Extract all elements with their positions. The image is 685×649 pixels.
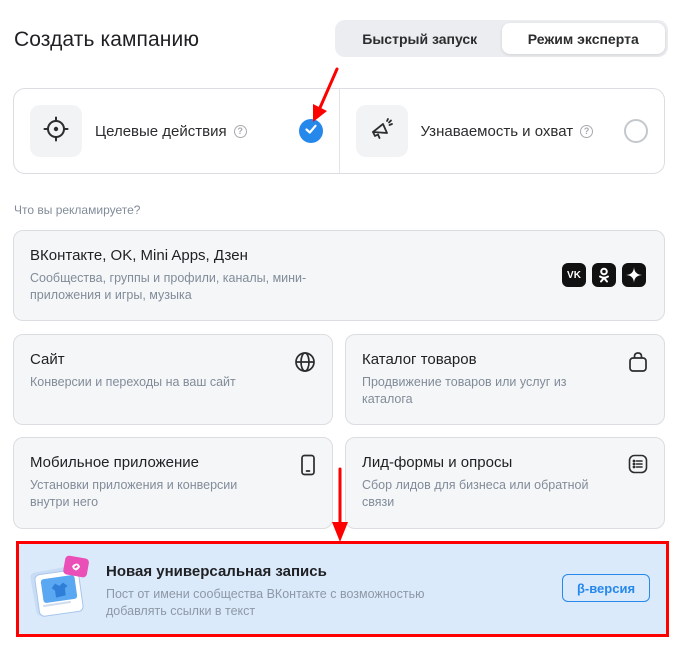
form-list-icon [628,454,648,479]
goal-label-text: Узнаваемость и охват [420,122,574,140]
vk-logo-icon: VK [562,263,586,287]
goal-awareness-reach[interactable]: Узнаваемость и охват ? [338,89,665,173]
card-description: Продвижение товаров или услуг из каталог… [362,375,567,406]
tab-expert-mode[interactable]: Режим эксперта [501,23,665,54]
card-site[interactable]: Сайт Конверсии и переходы на ваш сайт [13,334,333,425]
section-label: Что вы рекламируете? [14,203,141,217]
globe-icon [294,351,316,378]
goal-icon-box [30,105,82,157]
card-universal-post[interactable]: Новая универсальная запись Пост от имени… [18,543,668,635]
page-title: Создать кампанию [14,28,200,51]
goal-label: Узнаваемость и охват ? [421,123,594,140]
goal-radio-unchecked[interactable] [624,119,648,143]
help-icon[interactable]: ? [580,124,594,138]
card-description: Пост от имени сообщества ВКонтакте с воз… [106,587,425,618]
help-icon[interactable]: ? [233,124,247,138]
checkmark-icon [304,122,318,141]
card-description: Конверсии и переходы на ваш сайт [30,375,236,389]
card-vk-ecosystem[interactable]: ВКонтакте, OK, Mini Apps, Дзен Сообществ… [13,230,665,321]
card-title: Лид-формы и опросы [362,454,513,471]
beta-version-button[interactable]: β-версия [562,574,650,602]
card-description: Сбор лидов для бизнеса или обратной связ… [362,478,589,509]
card-title: Каталог товаров [362,351,477,368]
goal-target-actions[interactable]: Целевые действия ? [14,89,339,173]
card-mobile-app[interactable]: Мобильное приложение Установки приложени… [13,437,333,529]
goal-panel: Целевые действия ? Узнаваемость и охват … [13,88,665,174]
shopping-bag-icon [628,351,648,378]
card-lead-forms[interactable]: Лид-формы и опросы Сбор лидов для бизнес… [345,437,665,529]
card-title: ВКонтакте, OK, Mini Apps, Дзен [30,247,248,264]
smartphone-icon [300,454,316,481]
card-product-catalog[interactable]: Каталог товаров Продвижение товаров или … [345,334,665,425]
goal-label-text: Целевые действия [95,122,227,140]
card-title: Мобильное приложение [30,454,199,471]
megaphone-icon [369,116,395,147]
goal-icon-box [355,105,408,157]
mode-switch: Быстрый запуск Режим эксперта [335,20,668,57]
ok-logo-icon [592,263,616,287]
card-title: Новая универсальная запись [106,563,327,580]
card-description: Сообщества, группы и профили, каналы, ми… [30,271,307,302]
target-icon [43,116,69,147]
card-description: Установки приложения и конверсии внутри … [30,478,238,509]
universal-post-illustration-icon [30,553,96,624]
goal-label: Целевые действия ? [95,123,247,140]
goal-radio-checked[interactable] [298,119,323,143]
brand-icons: VK [562,263,646,287]
zen-logo-icon [622,263,646,287]
card-title: Сайт [30,351,65,368]
tab-quick-launch[interactable]: Быстрый запуск [338,23,502,54]
